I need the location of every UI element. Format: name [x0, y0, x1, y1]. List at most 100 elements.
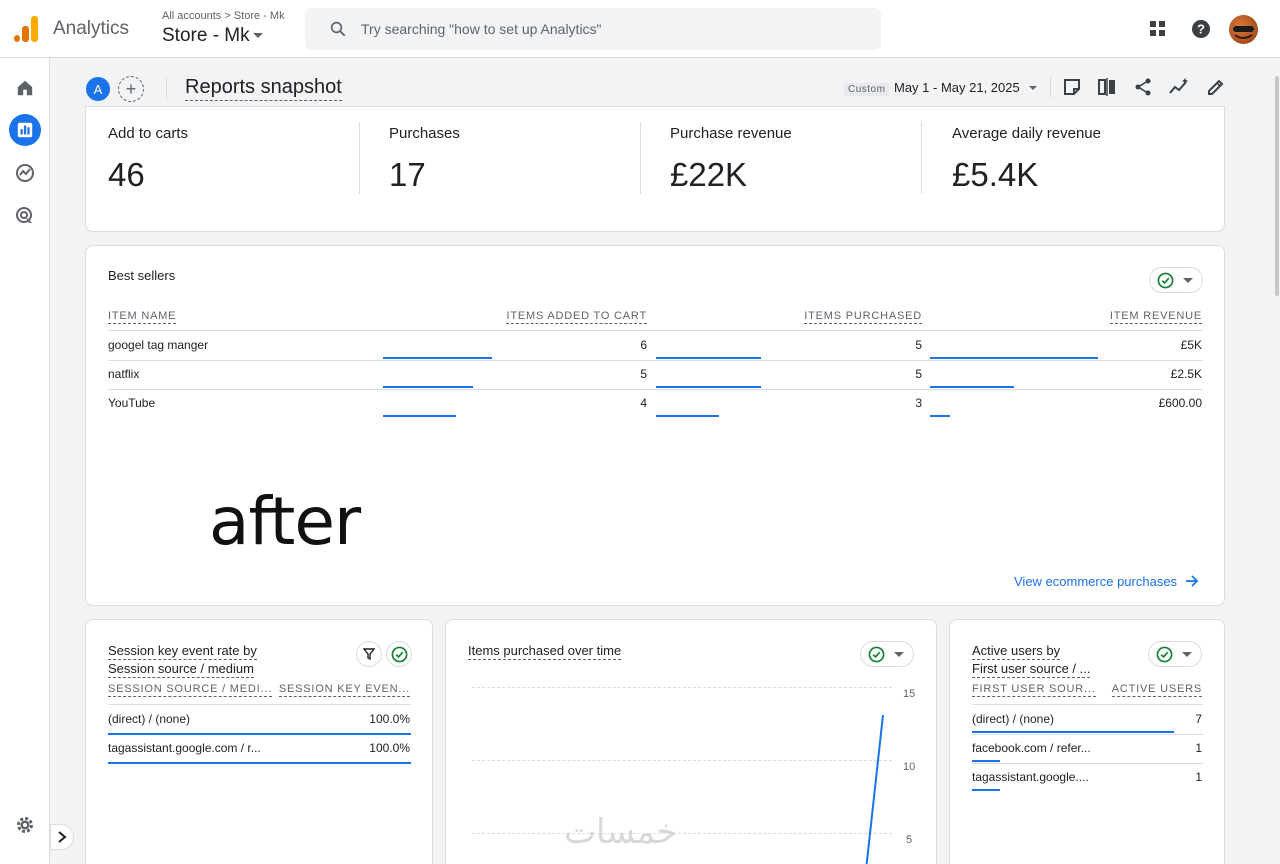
filter-button[interactable]: [356, 641, 382, 667]
explore-icon: [16, 164, 34, 182]
value-bar: [656, 386, 761, 388]
search-icon: [330, 21, 346, 37]
settings-gear-icon[interactable]: [15, 815, 35, 835]
help-icon[interactable]: ?: [1191, 19, 1211, 39]
divider: [166, 78, 167, 100]
share-icon[interactable]: [1133, 77, 1153, 97]
items-added-cell: 4: [640, 396, 647, 410]
series-line: [865, 714, 884, 864]
date-range-picker[interactable]: May 1 - May 21, 2025: [894, 80, 1020, 95]
column-header-session-key-event[interactable]: SESSION KEY EVEN...: [278, 683, 410, 697]
item-name-cell[interactable]: natflix: [108, 367, 139, 381]
gridline: [472, 687, 892, 688]
column-header-active-users[interactable]: ACTIVE USERS: [1111, 683, 1202, 697]
search-bar[interactable]: [305, 8, 881, 50]
home-icon: [17, 80, 33, 96]
session-key-event-rate-cell: 100.0%: [369, 741, 410, 755]
divider: [108, 330, 1203, 331]
expand-nav-button[interactable]: [50, 824, 74, 850]
arrow-right-icon: [1185, 575, 1198, 587]
item-name-cell[interactable]: YouTube: [108, 396, 155, 410]
divider: [108, 704, 411, 705]
caret-down-icon: [1183, 278, 1193, 283]
account-breadcrumb[interactable]: All accounts > Store - Mk: [162, 10, 285, 22]
item-name-cell[interactable]: googel tag manger: [108, 338, 208, 352]
card-status-dropdown[interactable]: [860, 641, 914, 667]
session-source-cell[interactable]: (direct) / (none): [108, 712, 190, 726]
card-title-line2[interactable]: First user source / ...: [972, 661, 1091, 678]
value-bar: [108, 733, 411, 735]
compare-icon[interactable]: [1097, 77, 1117, 97]
nav-advertising[interactable]: [9, 200, 41, 232]
card-title-line2[interactable]: Session source / medium: [108, 661, 254, 678]
kpi-label: Purchases: [389, 125, 460, 142]
column-header-session-source[interactable]: SESSION SOURCE / MEDI...: [108, 683, 273, 697]
column-header-items-purchased[interactable]: ITEMS PURCHASED: [804, 310, 922, 324]
value-bar: [972, 731, 1174, 733]
account-avatar[interactable]: [1229, 15, 1258, 44]
check-circle-icon: [868, 646, 885, 663]
page-title[interactable]: Reports snapshot: [185, 76, 342, 101]
column-header-item-revenue[interactable]: ITEM REVENUE: [1109, 310, 1202, 324]
edit-pencil-icon[interactable]: [1206, 77, 1226, 97]
value-bar: [108, 762, 411, 764]
column-header-item-name[interactable]: ITEM NAME: [108, 310, 177, 324]
divider: [108, 389, 1203, 390]
card-title-line1[interactable]: Active users by: [972, 643, 1061, 660]
search-input[interactable]: [361, 8, 861, 50]
insights-trend-icon[interactable]: [1169, 77, 1189, 97]
gridline: [472, 760, 892, 761]
divider: [972, 763, 1203, 764]
status-button[interactable]: [386, 641, 412, 667]
add-comparison-button[interactable]: +: [118, 76, 144, 102]
item-revenue-cell: £5K: [1180, 338, 1202, 352]
caret-down-icon: [894, 652, 904, 657]
active-users-cell: 7: [1195, 712, 1202, 726]
first-user-source-cell[interactable]: (direct) / (none): [972, 712, 1054, 726]
value-bar: [930, 415, 950, 417]
value-bar: [930, 357, 1098, 359]
item-revenue-cell: £2.5K: [1170, 367, 1202, 381]
scrollbar-thumb[interactable]: [1275, 76, 1279, 296]
card-status-dropdown[interactable]: [1149, 267, 1203, 293]
kpi-value: 46: [108, 156, 145, 193]
card-status-dropdown[interactable]: [1148, 641, 1202, 667]
value-bar: [383, 415, 456, 417]
session-source-cell[interactable]: tagassistant.google.com / r...: [108, 741, 261, 755]
value-bar: [930, 386, 1014, 388]
nav-explore[interactable]: [9, 157, 41, 189]
items-added-cell: 6: [640, 338, 647, 352]
nav-reports[interactable]: [9, 114, 41, 146]
insights-note-icon[interactable]: [1062, 77, 1082, 97]
y-tick-label: 15: [903, 688, 916, 700]
column-header-first-user-source[interactable]: FIRST USER SOUR...: [972, 683, 1096, 697]
items-purchased-over-time-card: Items purchased over time 15 10 5: [445, 619, 937, 864]
watermark: خمسات: [564, 812, 678, 852]
property-selector[interactable]: Store - Mk: [162, 25, 263, 47]
first-user-source-cell[interactable]: facebook.com / refer...: [972, 741, 1091, 755]
session-key-event-rate-cell: 100.0%: [369, 712, 410, 726]
best-sellers-card: Best sellers ITEM NAME ITEMS ADDED TO CA…: [85, 245, 1225, 606]
apps-grid-icon[interactable]: [1148, 19, 1168, 39]
date-caret-icon[interactable]: [1029, 86, 1037, 90]
view-ecommerce-purchases-link[interactable]: View ecommerce purchases: [1014, 574, 1199, 589]
value-bar: [656, 357, 761, 359]
analytics-logo-icon[interactable]: [14, 16, 38, 42]
value-bar: [972, 789, 1000, 791]
nav-home[interactable]: [9, 72, 41, 104]
value-bar: [383, 357, 492, 359]
gridline: [472, 833, 892, 834]
comparison-chip[interactable]: A: [86, 77, 110, 101]
first-user-source-cell[interactable]: tagassistant.google....: [972, 770, 1089, 784]
column-header-items-added[interactable]: ITEMS ADDED TO CART: [506, 310, 647, 324]
top-app-bar: Analytics All accounts > Store - Mk Stor…: [0, 0, 1280, 58]
property-name: Store - Mk: [162, 25, 250, 46]
card-title[interactable]: Items purchased over time: [468, 643, 622, 660]
divider: [1050, 76, 1051, 98]
items-purchased-cell: 5: [915, 338, 922, 352]
card-title-line1[interactable]: Session key event rate by: [108, 643, 257, 660]
y-tick-label: 10: [903, 761, 916, 773]
filter-icon: [363, 648, 375, 660]
caret-down-icon: [252, 33, 263, 39]
divider: [108, 360, 1203, 361]
